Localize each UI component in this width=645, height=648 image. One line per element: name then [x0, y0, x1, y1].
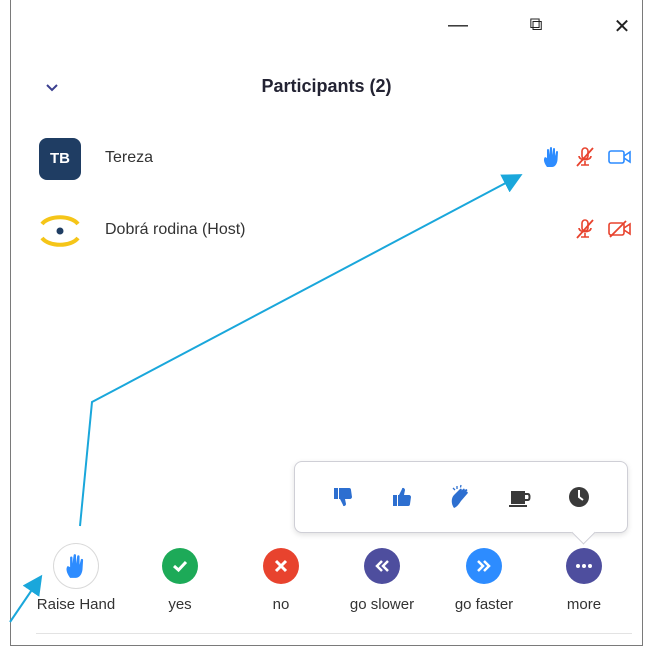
- divider: [36, 633, 632, 634]
- coffee-icon[interactable]: [502, 479, 538, 515]
- avatar: TB: [39, 138, 81, 180]
- ellipsis-icon: [566, 548, 602, 584]
- go-slower-label: go slower: [349, 596, 415, 613]
- reactions-popover: [294, 461, 628, 545]
- raised-hand-icon: [542, 146, 562, 173]
- redacted-region: [156, 147, 346, 171]
- mic-muted-icon[interactable]: [574, 218, 596, 245]
- participants-window: — ⧉ ✕ Participants (2) TB Tereza Dobrá r…: [10, 0, 643, 646]
- go-faster-label: go faster: [454, 596, 514, 613]
- clock-icon[interactable]: [561, 479, 597, 515]
- close-button[interactable]: ✕: [607, 14, 637, 39]
- participant-row[interactable]: TB Tereza: [39, 138, 632, 182]
- popover-pointer: [571, 520, 596, 545]
- raise-hand-icon: [54, 544, 98, 588]
- no-button[interactable]: no: [236, 548, 326, 613]
- participant-name: Tereza: [105, 149, 154, 166]
- maximize-button[interactable]: ⧉: [521, 14, 551, 35]
- more-button[interactable]: more: [539, 548, 629, 613]
- yes-label: yes: [168, 596, 192, 613]
- panel-header: Participants (2): [11, 76, 642, 102]
- x-mark-icon: [263, 548, 299, 584]
- participant-name: Dobrá rodina (Host): [105, 221, 246, 238]
- rewind-icon: [364, 548, 400, 584]
- clap-icon[interactable]: [443, 479, 479, 515]
- no-label: no: [272, 596, 290, 613]
- thumbs-up-icon[interactable]: [384, 479, 420, 515]
- video-off-icon[interactable]: [608, 220, 632, 243]
- raise-hand-label: Raise Hand: [36, 596, 116, 613]
- raise-hand-button[interactable]: Raise Hand: [31, 544, 121, 613]
- fast-forward-icon: [466, 548, 502, 584]
- panel-title: Participants (2): [261, 76, 392, 96]
- participant-status: [574, 218, 632, 245]
- checkmark-icon: [162, 548, 198, 584]
- nonverbal-feedback-bar: Raise Hand yes no go slower go faster mo…: [29, 544, 632, 628]
- go-faster-button[interactable]: go faster: [439, 548, 529, 613]
- video-camera-icon[interactable]: [608, 148, 632, 171]
- mic-muted-icon[interactable]: [574, 146, 596, 173]
- participant-status: [542, 146, 632, 173]
- avatar: [39, 210, 81, 252]
- thumbs-down-icon[interactable]: [325, 479, 361, 515]
- go-slower-button[interactable]: go slower: [337, 548, 427, 613]
- more-label: more: [566, 596, 602, 613]
- yes-button[interactable]: yes: [135, 548, 225, 613]
- participant-row[interactable]: Dobrá rodina (Host): [39, 210, 632, 254]
- minimize-button[interactable]: —: [443, 14, 473, 37]
